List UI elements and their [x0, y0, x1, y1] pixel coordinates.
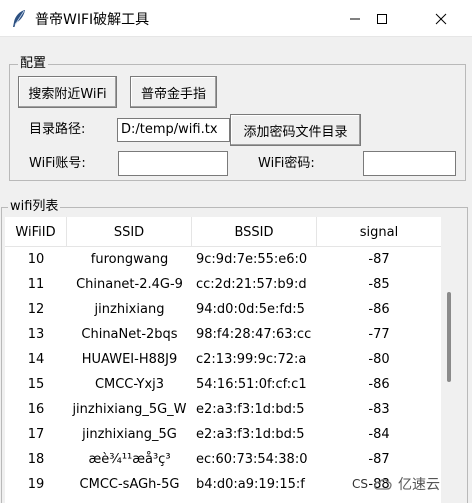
cell-bssid: e2:a3:f3:1d:bd:5	[196, 427, 305, 442]
cell-ssid: furongwang	[90, 252, 169, 267]
wifi-password-input[interactable]	[363, 151, 456, 176]
feather-icon	[13, 10, 25, 27]
table-row[interactable]: 14 HUAWEI-H88J9 c2:13:99:9c:72:a -80	[5, 347, 441, 372]
cell-wifiid: 13	[27, 327, 45, 342]
cloud-logo-icon	[374, 478, 392, 490]
window-title: 普帝WIFI破解工具	[35, 12, 150, 28]
column-header-ssid[interactable]: SSID	[67, 217, 192, 247]
add-password-dir-button[interactable]: 添加密码文件目录	[230, 114, 361, 146]
cell-signal: -87	[368, 252, 390, 267]
wifi-list-group-label: wifi列表	[8, 199, 61, 214]
maximize-button[interactable]	[358, 0, 405, 37]
table-row[interactable]: 11 Chinanet-2.4G-9 cc:2d:21:57:b9:d -85	[5, 272, 441, 297]
cheat-button[interactable]: 普帝金手指	[130, 76, 217, 108]
cell-wifiid: 15	[27, 377, 45, 392]
cell-wifiid: 17	[27, 427, 45, 442]
cell-signal: -80	[368, 352, 390, 367]
watermark: CS 亿速云	[352, 470, 467, 498]
close-button[interactable]	[417, 0, 464, 37]
cell-bssid: e2:a3:f3:1d:bd:5	[196, 402, 305, 417]
table-row[interactable]: 12 jinzhixiang 94:d0:0d:5e:fd:5 -86	[5, 297, 441, 322]
scrollbar-thumb[interactable]	[447, 292, 451, 382]
cell-wifiid: 19	[27, 477, 45, 492]
cell-bssid: cc:2d:21:57:b9:d	[196, 277, 307, 292]
column-header-bssid[interactable]: BSSID	[192, 217, 317, 247]
cell-ssid: HUAWEI-H88J9	[81, 352, 178, 367]
vertical-scrollbar[interactable]	[441, 217, 457, 503]
cell-signal: -87	[368, 452, 390, 467]
cell-ssid: CMCC-sAGh-5G	[79, 477, 180, 492]
table-row[interactable]: 13 ChinaNet-2bqs 98:f4:28:47:63:cc -77	[5, 322, 441, 347]
wifi-password-label: WiFi密码:	[258, 156, 315, 171]
column-header-signal[interactable]: signal	[317, 217, 441, 247]
cell-ssid: Chinanet-2.4G-9	[76, 277, 183, 292]
cell-bssid: 94:d0:0d:5e:fd:5	[196, 302, 305, 317]
watermark-text: 亿速云	[398, 477, 440, 493]
cell-wifiid: 14	[27, 352, 45, 367]
title-bar: 普帝WIFI破解工具	[0, 0, 472, 37]
cell-ssid: jinzhixiang_5G_W	[72, 402, 187, 417]
cell-bssid: c2:13:99:9c:72:a	[196, 352, 307, 367]
cell-bssid: b4:d0:a9:19:15:f	[196, 477, 305, 492]
cell-signal: -86	[368, 302, 390, 317]
watermark-partial-text: CS	[352, 477, 368, 491]
wifi-account-label: WiFi账号:	[29, 156, 86, 171]
table-row[interactable]: 16 jinzhixiang_5G_W e2:a3:f3:1d:bd:5 -83	[5, 397, 441, 422]
cell-signal: -86	[368, 377, 390, 392]
table-row[interactable]: 18 æè¾¹¹æå³ç³ ec:60:73:54:38:0 -87	[5, 447, 441, 472]
cell-signal: -83	[368, 402, 390, 417]
table-row[interactable]: 17 jinzhixiang_5G e2:a3:f3:1d:bd:5 -84	[5, 422, 441, 447]
cell-ssid: jinzhixiang_5G	[82, 427, 177, 442]
search-wifi-button[interactable]: 搜索附近WiFi	[18, 76, 117, 108]
wifi-account-input[interactable]	[118, 151, 228, 176]
cell-signal: -85	[368, 277, 390, 292]
cell-wifiid: 10	[27, 252, 45, 267]
dir-path-label: 目录路径:	[29, 122, 86, 137]
cell-signal: -77	[368, 327, 390, 342]
cell-signal: -84	[368, 427, 390, 442]
cell-wifiid: 18	[27, 452, 45, 467]
cell-bssid: 54:16:51:0f:cf:c1	[196, 377, 307, 392]
wifi-table[interactable]: WiFiID SSID BSSID signal 10 furongwang 9…	[5, 217, 441, 503]
config-group-label: 配置	[18, 56, 49, 71]
cell-bssid: 98:f4:28:47:63:cc	[196, 327, 312, 342]
table-row[interactable]: 10 furongwang 9c:9d:7e:55:e6:0 -87	[5, 247, 441, 272]
cell-wifiid: 12	[27, 302, 45, 317]
dir-path-input[interactable]: D:/temp/wifi.tx	[117, 118, 230, 142]
table-header: WiFiID SSID BSSID signal	[5, 217, 441, 247]
maximize-icon	[376, 13, 387, 24]
cell-wifiid: 11	[27, 277, 45, 292]
cell-ssid: jinzhixiang	[94, 302, 165, 317]
close-icon	[435, 13, 446, 24]
cell-ssid: ChinaNet-2bqs	[81, 327, 178, 342]
cell-bssid: 9c:9d:7e:55:e6:0	[196, 252, 308, 267]
cell-wifiid: 16	[27, 402, 45, 417]
cell-ssid: æè¾¹¹æå³ç³	[88, 452, 171, 467]
cell-bssid: ec:60:73:54:38:0	[196, 452, 308, 467]
column-header-wifiid[interactable]: WiFiID	[5, 217, 67, 247]
cell-ssid: CMCC-Yxj3	[94, 377, 165, 392]
table-row[interactable]: 15 CMCC-Yxj3 54:16:51:0f:cf:c1 -86	[5, 372, 441, 397]
